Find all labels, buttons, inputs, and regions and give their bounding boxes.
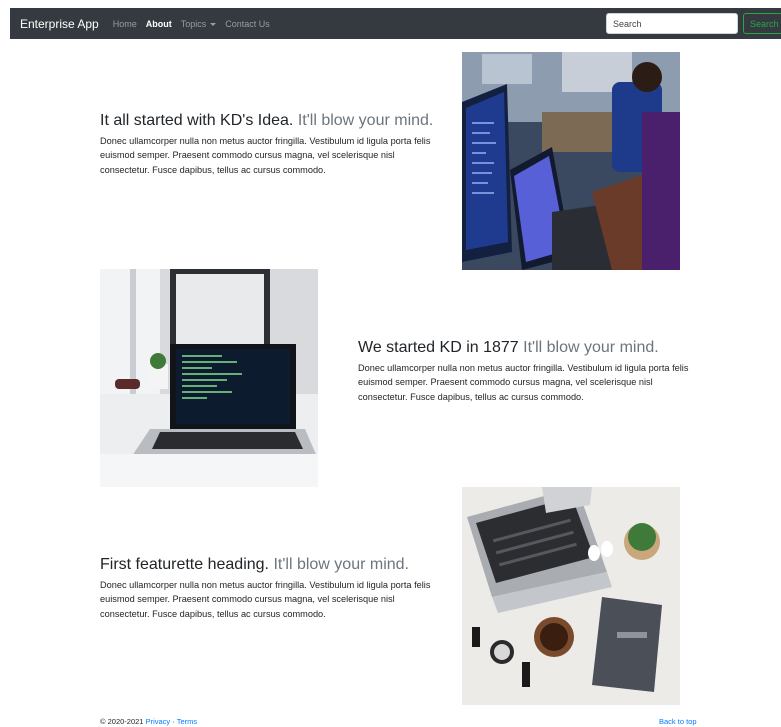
featurette-heading-muted: It'll blow your mind.	[297, 112, 434, 129]
back-to-top-link[interactable]: Back to top	[659, 717, 697, 726]
featurette-3-image	[462, 487, 680, 705]
nav-link-contact[interactable]: Contact Us	[225, 19, 270, 29]
nav-link-about[interactable]: About	[146, 19, 172, 29]
navbar-brand[interactable]: Enterprise App	[20, 17, 99, 31]
flatlay-desk-photo	[462, 487, 680, 705]
featurette-3-text: First featurette heading. It'll blow you…	[100, 555, 445, 621]
footer-separator: ·	[172, 717, 175, 726]
copyright-text: © 2020-2021	[100, 717, 144, 726]
featurette-body: Donec ullamcorper nulla non metus auctor…	[358, 363, 689, 402]
featurette-body: Donec ullamcorper nulla non metus auctor…	[100, 136, 431, 175]
search-button[interactable]: Search	[743, 13, 781, 34]
featurette-1-image	[462, 52, 680, 270]
laptop-desk-photo	[100, 269, 318, 487]
featurette-heading: It all started with KD's Idea. It'll blo…	[100, 111, 445, 130]
footer-copyright: © 2020-2021 Privacy · Terms	[100, 717, 197, 726]
search-input[interactable]	[606, 13, 738, 34]
nav-dropdown-topics[interactable]: Topics	[181, 19, 217, 29]
nav-link-home[interactable]: Home	[113, 19, 137, 29]
featurette-heading-muted: It'll blow your mind.	[273, 556, 409, 573]
featurette-heading: We started KD in 1877 It'll blow your mi…	[358, 338, 703, 357]
navbar: Enterprise App Home About Topics Contact…	[10, 8, 781, 39]
featurette-heading-main: First featurette heading.	[100, 556, 269, 573]
caret-down-icon	[210, 22, 217, 26]
featurette-1-text: It all started with KD's Idea. It'll blo…	[100, 111, 445, 177]
featurette-2-text: We started KD in 1877 It'll blow your mi…	[358, 338, 703, 404]
office-team-photo	[462, 52, 680, 270]
featurette-heading: First featurette heading. It'll blow you…	[100, 555, 445, 574]
privacy-link[interactable]: Privacy	[146, 717, 171, 726]
featurette-2-image	[100, 269, 318, 487]
featurette-heading-main: It all started with KD's Idea.	[100, 112, 294, 129]
terms-link[interactable]: Terms	[177, 717, 197, 726]
featurette-heading-muted: It'll blow your mind.	[523, 339, 659, 356]
featurette-heading-main: We started KD in 1877	[358, 339, 519, 356]
featurette-body: Donec ullamcorper nulla non metus auctor…	[100, 580, 431, 619]
nav-dropdown-topics-label: Topics	[180, 18, 207, 29]
